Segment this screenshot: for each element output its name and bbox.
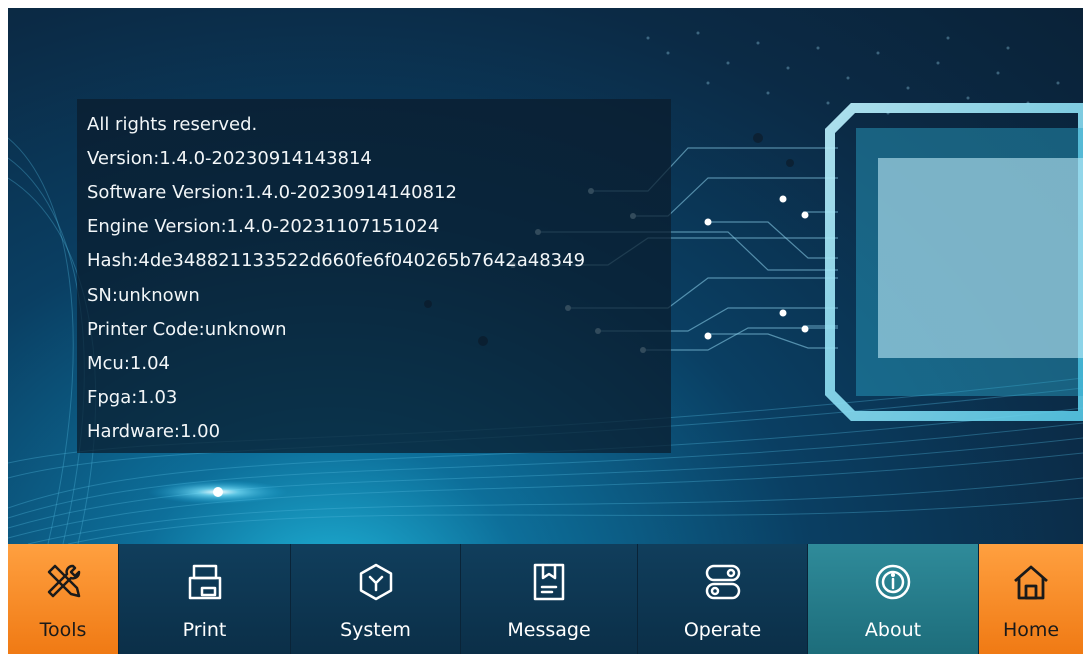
- about-screen: All rights reserved. Version:1.4.0-20230…: [8, 8, 1083, 654]
- nav-print-button[interactable]: Print: [119, 544, 291, 654]
- tablet-illustration: [825, 103, 1083, 421]
- software-version-text: Software Version:1.4.0-20230914140812: [87, 182, 457, 203]
- tools-icon: [47, 564, 81, 598]
- home-icon: [1014, 565, 1048, 600]
- mcu-version-text: Mcu:1.04: [87, 353, 170, 374]
- copyright-text: All rights reserved.: [87, 114, 258, 135]
- system-icon: [359, 563, 392, 601]
- nav-home-button[interactable]: Home: [979, 544, 1083, 654]
- message-icon: [533, 563, 565, 601]
- nav-home-label: Home: [1002, 619, 1060, 641]
- nav-about-label: About: [864, 619, 922, 641]
- nav-operate-button[interactable]: Operate: [638, 544, 808, 654]
- hash-text: Hash:4de348821133522d660fe6f040265b7642a…: [87, 250, 586, 271]
- engine-version-text: Engine Version:1.4.0-20231107151024: [87, 216, 440, 237]
- bottom-nav-bar: Tools Print System Message Operate About…: [8, 544, 1083, 654]
- info-icon: [875, 564, 911, 600]
- toggle-switch-icon: [705, 564, 740, 600]
- nav-tools-label: Tools: [39, 619, 87, 641]
- printer-code-text: Printer Code:unknown: [87, 319, 287, 340]
- nav-tools-button[interactable]: Tools: [8, 544, 119, 654]
- nav-system-button[interactable]: System: [291, 544, 461, 654]
- nav-print-label: Print: [182, 619, 227, 641]
- nav-message-label: Message: [507, 619, 591, 641]
- serial-number-text: SN:unknown: [87, 285, 200, 306]
- version-text: Version:1.4.0-20230914143814: [87, 148, 372, 169]
- printer-icon: [188, 564, 221, 600]
- nav-message-button[interactable]: Message: [461, 544, 638, 654]
- nav-system-label: System: [340, 619, 411, 641]
- nav-operate-label: Operate: [683, 619, 762, 641]
- about-info-panel: All rights reserved. Version:1.4.0-20230…: [77, 99, 671, 453]
- nav-about-button[interactable]: About: [808, 544, 979, 654]
- hardware-version-text: Hardware:1.00: [87, 421, 221, 442]
- fpga-version-text: Fpga:1.03: [87, 387, 178, 408]
